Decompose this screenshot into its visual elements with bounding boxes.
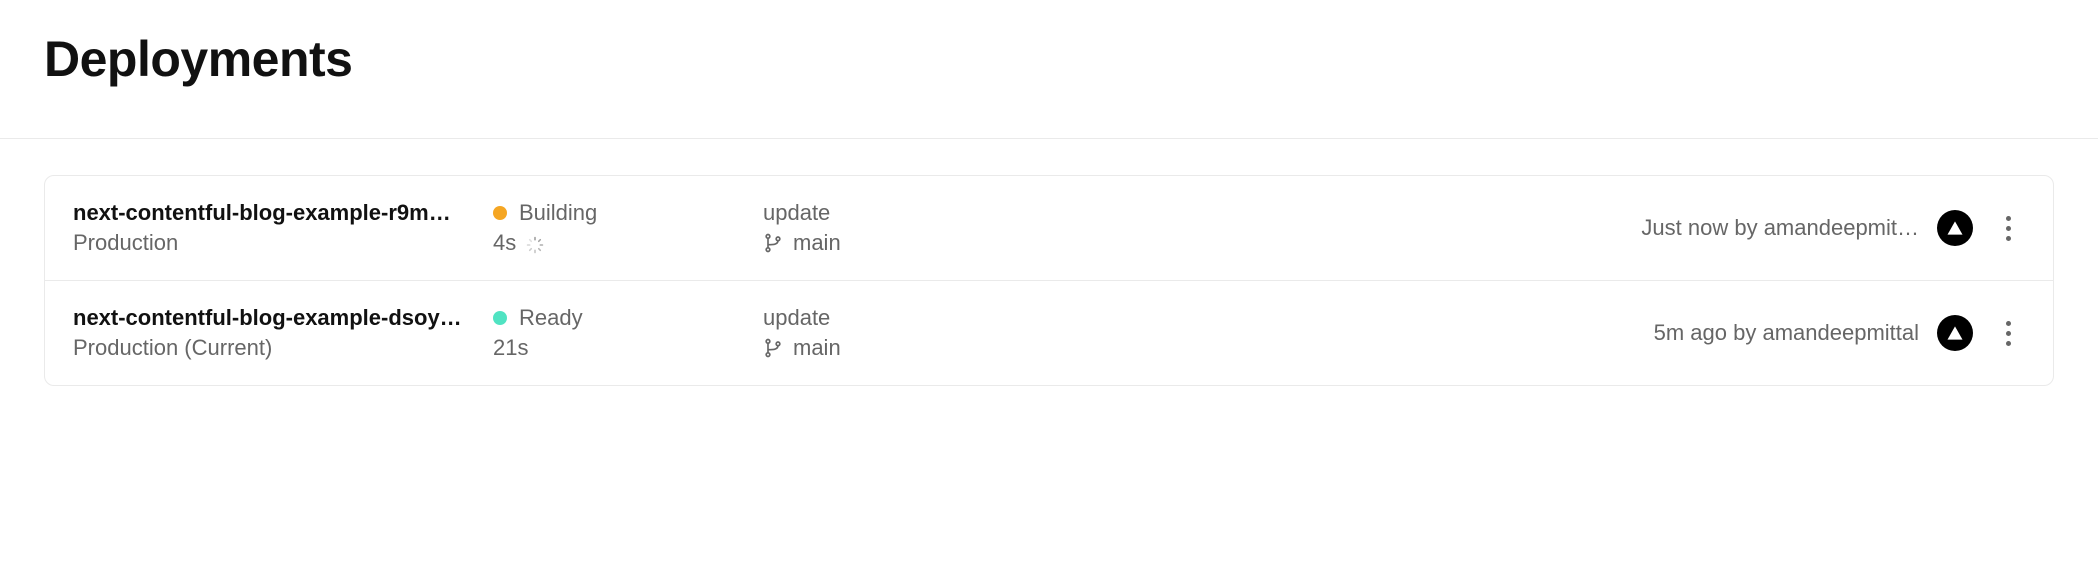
deployment-time: 5m ago by amandeepmittal: [1654, 320, 1919, 346]
status-label: Ready: [519, 305, 583, 331]
git-branch-icon: [763, 233, 783, 253]
deployment-name[interactable]: next-contentful-blog-example-r9m…: [73, 200, 473, 226]
deployment-name-col: next-contentful-blog-example-r9m… Produc…: [73, 200, 473, 256]
deployment-meta-col: Just now by amandeepmit…: [1043, 210, 2025, 246]
status-label: Building: [519, 200, 597, 226]
branch-name[interactable]: main: [793, 335, 841, 361]
page-title: Deployments: [44, 30, 2054, 88]
more-actions-button[interactable]: [1991, 210, 2025, 246]
deployment-status-col: Ready 21s: [493, 305, 743, 361]
git-branch-icon: [763, 338, 783, 358]
deployments-list: next-contentful-blog-example-r9m… Produc…: [44, 175, 2054, 386]
deployment-name-col: next-contentful-blog-example-dsoy… Produ…: [73, 305, 473, 361]
deployment-meta-col: 5m ago by amandeepmittal: [1043, 315, 2025, 351]
branch-name[interactable]: main: [793, 230, 841, 256]
avatar[interactable]: [1937, 315, 1973, 351]
kebab-icon: [2006, 321, 2011, 346]
kebab-icon: [2006, 216, 2011, 241]
spinner-icon: [526, 234, 544, 252]
status-dot-icon: [493, 206, 507, 220]
avatar[interactable]: [1937, 210, 1973, 246]
deployment-row[interactable]: next-contentful-blog-example-dsoy… Produ…: [45, 281, 2053, 385]
build-duration: 4s: [493, 230, 516, 256]
deployment-name[interactable]: next-contentful-blog-example-dsoy…: [73, 305, 473, 331]
commit-message: update: [763, 200, 1023, 226]
deployment-time: Just now by amandeepmit…: [1641, 215, 1919, 241]
deployment-row[interactable]: next-contentful-blog-example-r9m… Produc…: [45, 176, 2053, 281]
deployment-environment: Production (Current): [73, 335, 473, 361]
build-duration: 21s: [493, 335, 528, 361]
triangle-up-icon: [1945, 218, 1965, 238]
deployment-branch-col: update main: [763, 200, 1023, 256]
page-header: Deployments: [0, 0, 2098, 139]
commit-message: update: [763, 305, 1023, 331]
triangle-up-icon: [1945, 323, 1965, 343]
deployment-environment: Production: [73, 230, 473, 256]
deployment-branch-col: update main: [763, 305, 1023, 361]
deployment-status-col: Building 4s: [493, 200, 743, 256]
status-dot-icon: [493, 311, 507, 325]
more-actions-button[interactable]: [1991, 315, 2025, 351]
